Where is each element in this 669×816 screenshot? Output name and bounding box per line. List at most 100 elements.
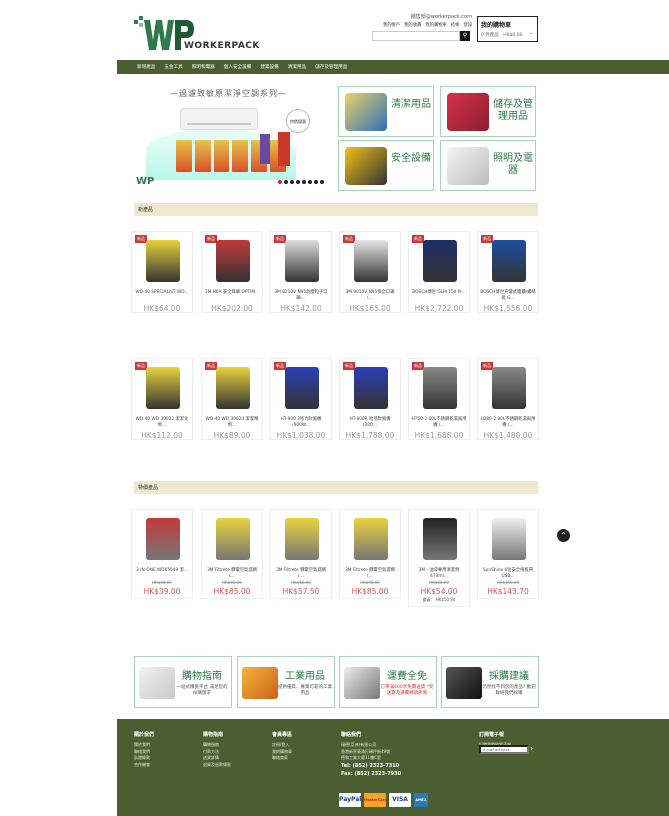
service-procurement[interactable]: 採購建議 仍然找不到您的產品? 歡迎聯絡我們採購 xyxy=(441,656,539,708)
carousel-dot[interactable] xyxy=(284,180,288,184)
link-checkout[interactable]: 結帳 xyxy=(451,22,460,28)
product-name[interactable]: SunShine 6位安全拖板帶USB... xyxy=(480,568,536,579)
category-cleaning[interactable]: 清潔用品 xyxy=(338,86,434,137)
category-lighting[interactable]: 照明及電器 xyxy=(440,140,536,191)
product-name[interactable]: BOSCH博世 GLM 150 Pr... xyxy=(411,290,467,296)
service-shopping-guide[interactable]: 購物指南 一站式購買平台 滿足您的採購需求 xyxy=(134,656,232,708)
nav-item-new[interactable]: 新增產品 xyxy=(137,64,155,70)
nav-item-cleaning[interactable]: 清潔用品 xyxy=(288,64,306,70)
product-image[interactable] xyxy=(285,240,319,282)
product-card[interactable]: 新品 LD80-2 80L不銹鋼乾濕兩用機 (... HK$1,488.00 xyxy=(477,358,539,440)
product-image[interactable] xyxy=(285,518,319,560)
product-image[interactable] xyxy=(146,240,180,282)
product-image[interactable] xyxy=(423,240,457,282)
newsletter-email-input[interactable] xyxy=(479,745,529,754)
link-wishlist[interactable]: 我的收藏 xyxy=(404,22,421,28)
product-name[interactable]: 3M 8210V N95防塵粒子口罩(... xyxy=(273,290,329,301)
product-name[interactable]: 3M 9010V N95保全口罩 (... xyxy=(342,290,398,301)
link-cart[interactable]: 我的購物車 xyxy=(425,22,446,28)
product-image[interactable] xyxy=(354,240,388,282)
product-name[interactable]: 3M Filtrete 靜電空氣濾網 (... xyxy=(342,568,398,579)
product-card[interactable]: 3M Filtrete 靜電空氣濾網 (... HK$68.00 HK$57.50 xyxy=(270,509,332,599)
product-card[interactable]: 新品 WD-40 SPECIALIST WD... HK$64.00 xyxy=(131,231,193,313)
product-name[interactable]: WD-40 WD 39022 潔潔化劑... xyxy=(134,417,190,428)
product-image[interactable] xyxy=(285,367,319,409)
product-price: HK$1,688.00 xyxy=(414,431,464,440)
product-name[interactable]: HT-900 3馬力吹風機 (900W... xyxy=(273,417,329,428)
nav-item-building[interactable]: 建築設備 xyxy=(260,64,278,70)
product-card[interactable]: 3M Filtrete 靜電空氣濾網 (... HK$98.00 HK$85.00 xyxy=(201,509,263,599)
product-card[interactable]: 新品 3M 9010V N95保全口罩 (... HK$165.00 xyxy=(339,231,401,313)
product-name[interactable]: WD-40 WD 39024 潔潔精劑... xyxy=(204,417,260,428)
product-card[interactable]: 新品 WD-40 WD 39024 潔潔精劑... HK$89.00 xyxy=(201,358,263,440)
cart-summary[interactable]: 我的購物車 0 件產品 - HK$0.00 ⌄ xyxy=(477,16,538,42)
newsletter-submit-button[interactable]: › xyxy=(530,744,533,753)
product-image[interactable] xyxy=(492,240,526,282)
carousel-dot[interactable] xyxy=(314,180,318,184)
product-card[interactable]: 新品 BOSCH博世 GLM 150 Pr... HK$2,722.00 xyxy=(408,231,470,313)
back-to-top-button[interactable]: ⌃ xyxy=(557,529,570,542)
product-card[interactable]: 新品 HT-900 3馬力吹風機 (900W... HK$1,038.00 xyxy=(270,358,332,440)
carousel-dot[interactable] xyxy=(290,180,294,184)
nav-item-safety[interactable]: 個人安全設備 xyxy=(224,64,252,70)
product-name[interactable]: HT60-2 60L不銹鋼乾濕兩用機 (... xyxy=(411,417,467,428)
link-login[interactable]: 登錄 xyxy=(463,22,472,28)
nav-item-tools[interactable]: 五金工具 xyxy=(164,64,182,70)
carousel-dot[interactable] xyxy=(302,180,306,184)
product-card[interactable]: 新品 3M 8210V N95防塵粒子口罩(... HK$142.00 xyxy=(270,231,332,313)
product-card[interactable]: 3M Filtrete 靜電空氣濾網 (... HK$98.00 HK$85.00 xyxy=(339,509,401,599)
search-input[interactable] xyxy=(372,31,460,41)
product-image[interactable] xyxy=(216,518,250,560)
product-image[interactable] xyxy=(146,518,180,560)
footer-link[interactable]: 退貨及退款條款 xyxy=(203,762,231,769)
product-image[interactable] xyxy=(423,367,457,409)
product-price: HK$64.00 xyxy=(143,304,181,313)
category-storage[interactable]: 儲存及管理用品 xyxy=(440,86,536,137)
product-card[interactable]: 新品 WD-40 WD 39022 潔潔化劑... HK$112.00 xyxy=(131,358,193,440)
product-image[interactable] xyxy=(354,518,388,560)
product-name[interactable]: 3M Filtrete 靜電空氣濾網 (... xyxy=(204,568,260,579)
product-name[interactable]: HT-900R 地毯吹風機 (200... xyxy=(342,417,398,428)
product-image[interactable] xyxy=(146,367,180,409)
carousel-dot[interactable] xyxy=(296,180,300,184)
product-name[interactable]: 3-IN-ONE WD65049 潔... xyxy=(134,568,190,574)
footer-link[interactable]: 合作機會 xyxy=(134,762,154,769)
product-name[interactable]: 3M - 油漆專用清潔劑 473ml... xyxy=(411,568,467,579)
product-card[interactable]: SunShine 6位安全拖板帶USB... HK$155.00 HK$143.70 xyxy=(477,509,539,599)
service-industrial[interactable]: 工業用品 提供優質、專業可靠的工業用品 xyxy=(237,656,335,708)
nav-item-lighting[interactable]: 照明和電器 xyxy=(192,64,215,70)
service-free-shipping[interactable]: 運費全免 訂單滿400享免費送貨 *受送貨及運費條款所限 xyxy=(339,656,437,708)
service-desc: 提供優質、專業可靠的工業用品 xyxy=(278,685,332,696)
product-name[interactable]: 3M H6A 安全耳罩 OPTIM... xyxy=(204,290,260,296)
product-card[interactable]: 3-IN-ONE WD65049 潔... HK$48.00 HK$39.00 xyxy=(131,509,193,599)
carousel-dot[interactable] xyxy=(278,180,282,184)
nav-item-storage[interactable]: 儲存及管理用品 xyxy=(315,64,347,70)
product-image[interactable] xyxy=(492,518,526,560)
product-card[interactable]: 新品 3M H6A 安全耳罩 OPTIM... HK$202.00 xyxy=(201,231,263,313)
header-email: 銷售部@workerpack.com xyxy=(410,14,472,20)
product-image[interactable] xyxy=(423,518,457,560)
product-image[interactable] xyxy=(492,367,526,409)
product-card[interactable]: 新品 HT60-2 60L不銹鋼乾濕兩用機 (... HK$1,688.00 xyxy=(408,358,470,440)
search-button[interactable]: ⚲ xyxy=(460,31,470,41)
site-logo[interactable]: WORKERPACK xyxy=(134,14,284,56)
product-card[interactable]: 3M - 油漆專用清潔劑 473ml... HK$60.00 HK$54.00 會員：… xyxy=(408,509,470,607)
product-name[interactable]: LD80-2 80L不銹鋼乾濕兩用機 (... xyxy=(480,417,536,428)
product-card[interactable]: 新品 BOSCH博世充電式電鑽/螺絲批 G... HK$1,556.00 xyxy=(477,231,539,313)
promo-banner[interactable]: —過濾致敏原潔淨空調系列— 特價優惠 WP xyxy=(136,82,332,192)
product-image[interactable] xyxy=(216,240,250,282)
footer-col-guide: 購物指南 購物指南 付款方法 送貨詳情 退貨及退款條款 xyxy=(203,731,231,768)
product-name[interactable]: BOSCH博世充電式電鑽/螺絲批 G... xyxy=(480,290,536,301)
footer-link[interactable]: 註冊/登入 xyxy=(272,742,292,749)
carousel-dot[interactable] xyxy=(308,180,312,184)
category-safety[interactable]: 安全設備 xyxy=(338,140,434,191)
carousel-dot[interactable] xyxy=(320,180,324,184)
link-my-account[interactable]: 我的帳戶 xyxy=(383,22,400,28)
footer-link[interactable]: 聯絡商家 xyxy=(272,755,292,762)
product-image[interactable] xyxy=(216,367,250,409)
product-name[interactable]: 3M Filtrete 靜電空氣濾網 (... xyxy=(273,568,329,579)
product-name[interactable]: WD-40 SPECIALIST WD... xyxy=(134,290,190,296)
product-image[interactable] xyxy=(354,367,388,409)
product-card[interactable]: 新品 HT-900R 地毯吹風機 (200... HK$1,788.00 xyxy=(339,358,401,440)
category-label: 清潔用品 xyxy=(391,99,431,110)
